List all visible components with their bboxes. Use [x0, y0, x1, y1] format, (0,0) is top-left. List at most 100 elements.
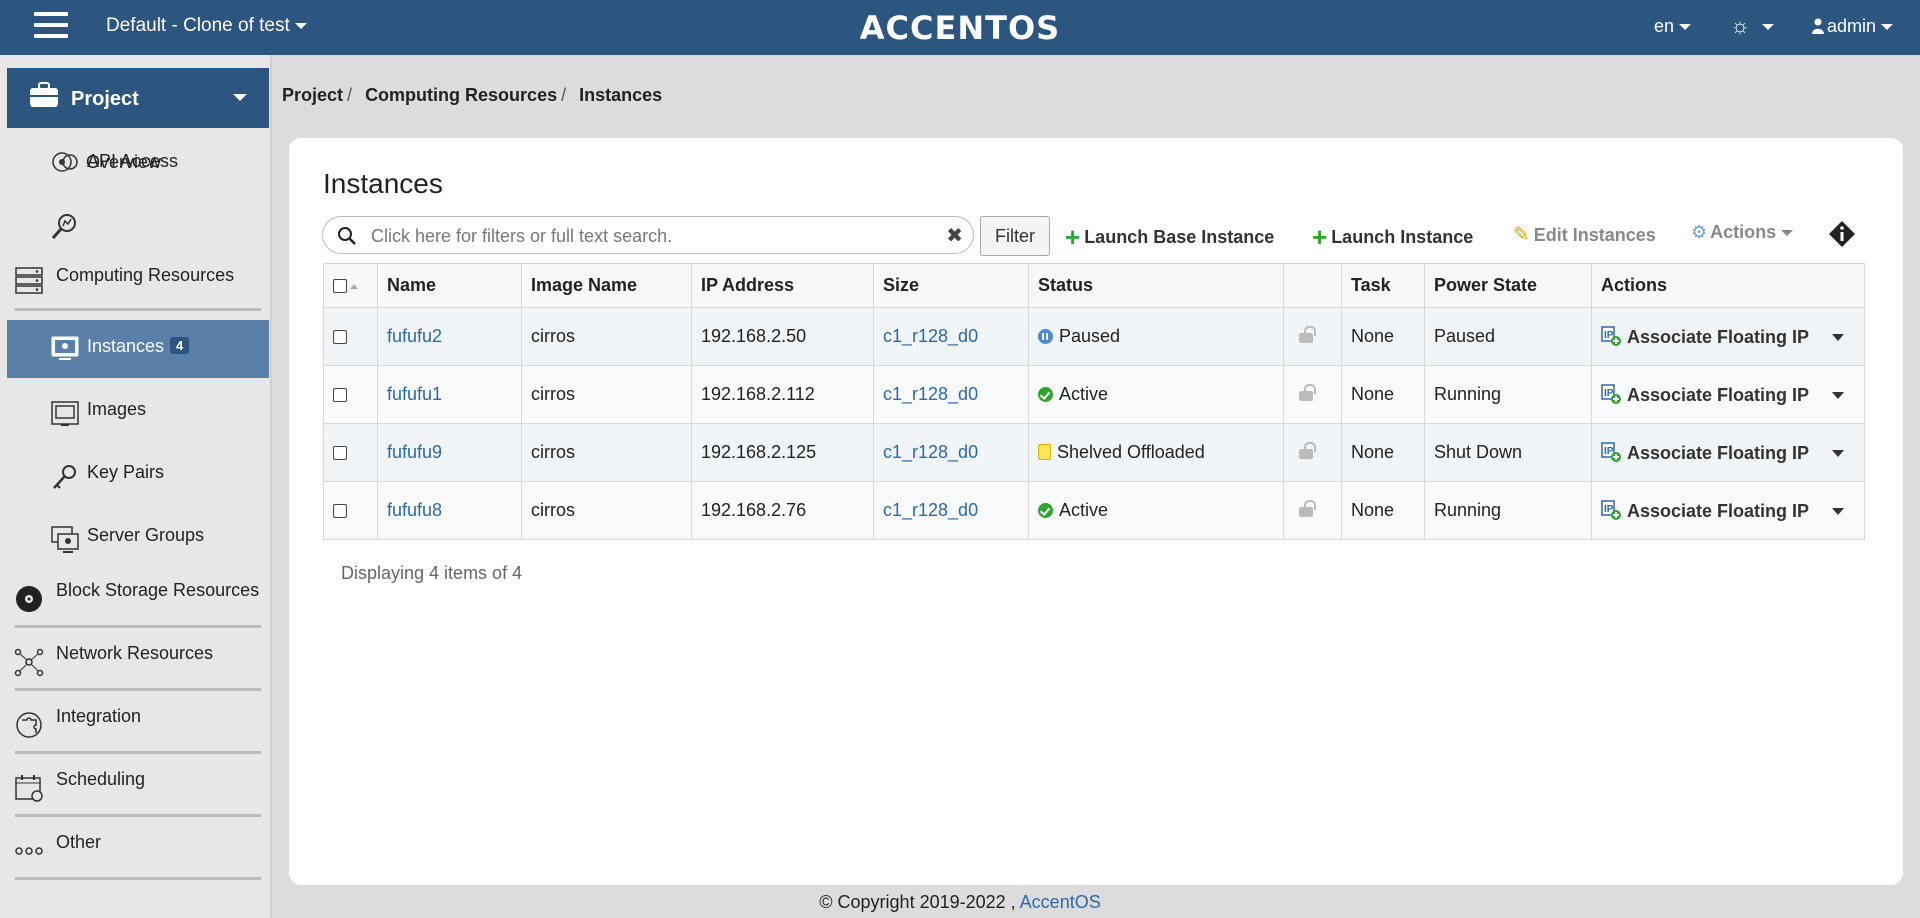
sidebar-item-label: Key Pairs [87, 462, 165, 482]
instance-name-link[interactable]: fufufu8 [387, 500, 442, 520]
server-group-icon [51, 526, 79, 553]
size-link[interactable]: c1_r128_d0 [883, 500, 978, 520]
theme-dropdown[interactable]: ☼ [1730, 13, 1775, 39]
associate-floating-ip-button[interactable]: IP Associate Floating IP [1601, 441, 1809, 463]
associate-floating-ip-button[interactable]: IP Associate Floating IP [1601, 499, 1809, 521]
breadcrumb-item-computing-resources[interactable]: Computing Resources [365, 85, 557, 105]
unlock-icon[interactable] [1299, 384, 1316, 401]
row-select-cell [323, 307, 378, 366]
info-icon[interactable] [1827, 219, 1857, 249]
chevron-down-icon [1881, 24, 1894, 31]
sort-up-icon[interactable] [350, 283, 358, 289]
associate-floating-ip-button[interactable]: IP Associate Floating IP [1601, 383, 1810, 405]
unlock-icon[interactable] [1299, 500, 1316, 517]
active-status-icon [1038, 387, 1053, 402]
sidebar-divider [15, 877, 261, 880]
items-count-text: Displaying 4 items of 4 [341, 563, 523, 583]
column-header-size[interactable]: Size [873, 263, 1029, 308]
unlock-icon[interactable] [1299, 442, 1316, 459]
actions-dropdown[interactable]: ⚙ Actions [1691, 222, 1794, 243]
sidebar-item-computing-resources[interactable]: Computing Resources [7, 255, 269, 311]
size-cell: c1_r128_d0 [873, 481, 1029, 540]
filter-button[interactable]: Filter [980, 216, 1050, 256]
user-dropdown[interactable]: admin [1812, 16, 1894, 37]
accentos-footer-link[interactable]: AccentOS [1020, 892, 1101, 912]
breadcrumb-item-project[interactable]: Project [282, 85, 343, 105]
edit-instances-button[interactable]: ✎ Edit Instances [1513, 222, 1656, 247]
row-actions-dropdown-icon[interactable] [1832, 508, 1845, 516]
sidebar-item-network-resources[interactable]: Network Resources [7, 633, 269, 689]
sidebar-divider [15, 814, 261, 817]
actions-cell: IP Associate Floating IP [1591, 481, 1865, 540]
size-cell: c1_r128_d0 [873, 365, 1029, 424]
row-actions-dropdown-icon[interactable] [1832, 450, 1845, 458]
chevron-down-icon [1762, 24, 1775, 31]
project-switcher[interactable]: Default - Clone of test [106, 15, 307, 37]
row-checkbox[interactable] [333, 330, 347, 345]
column-header-task[interactable]: Task [1341, 263, 1425, 308]
sidebar-item-other[interactable]: Other [7, 822, 269, 878]
launch-instance-button[interactable]: + Launch Instance [1312, 222, 1473, 253]
column-header-status[interactable]: Status [1028, 263, 1284, 308]
status-label: Active [1059, 384, 1109, 404]
sidebar-item-instances[interactable]: Instances 4 [7, 320, 269, 378]
paused-status-icon [1038, 329, 1053, 344]
sidebar-item-label: Computing Resources [56, 265, 235, 285]
associate-floating-ip-label: Associate Floating IP [1627, 384, 1810, 405]
actions-label: Actions [1710, 222, 1777, 242]
sidebar-item-block-storage[interactable]: Block Storage Resources [7, 570, 269, 626]
sidebar-item-scheduling[interactable]: Scheduling [7, 759, 269, 815]
sidebar-item-server-groups[interactable]: Server Groups [7, 513, 269, 561]
disk-icon [16, 586, 42, 612]
row-actions-dropdown-icon[interactable] [1832, 334, 1845, 342]
column-header-image-name[interactable]: Image Name [521, 263, 692, 308]
monitor-icon [51, 336, 79, 360]
api-access-icon [52, 152, 78, 172]
row-checkbox[interactable] [333, 446, 347, 461]
row-actions-dropdown-icon[interactable] [1832, 392, 1845, 400]
clear-search-icon[interactable]: ✖ [946, 223, 963, 248]
chevron-down-icon [233, 94, 247, 101]
sidebar-item-label: Other [56, 832, 102, 852]
language-dropdown[interactable]: en [1654, 16, 1692, 37]
column-header-power-state[interactable]: Power State [1424, 263, 1592, 308]
launch-base-instance-button[interactable]: + Launch Base Instance [1065, 222, 1274, 253]
sidebar-item-images[interactable]: Images [7, 387, 269, 435]
sidebar-item-label: Integration [56, 706, 142, 726]
size-link[interactable]: c1_r128_d0 [883, 442, 978, 462]
instance-name-link[interactable]: fufufu9 [387, 442, 442, 462]
unlock-icon[interactable] [1299, 326, 1316, 343]
search-input[interactable] [371, 223, 931, 249]
key-icon [53, 465, 76, 489]
row-checkbox[interactable] [333, 504, 347, 519]
table-header-row: Name Image Name IP Address Size Status T… [323, 263, 1865, 308]
size-link[interactable]: c1_r128_d0 [883, 326, 978, 346]
table-row: fufufu1 cirros 192.168.2.112 c1_r128_d0 … [323, 365, 1865, 424]
instance-name-link[interactable]: fufufu1 [387, 384, 442, 404]
floating-ip-icon: IP [1601, 383, 1621, 404]
sidebar-project-header[interactable]: Project [7, 68, 269, 128]
lock-cell [1283, 481, 1342, 540]
calendar-icon [15, 775, 43, 802]
associate-floating-ip-button[interactable]: IP Associate Floating IP [1601, 325, 1809, 347]
menu-toggle-icon[interactable] [34, 12, 68, 42]
status-cell: Paused [1028, 307, 1284, 366]
sidebar-item-integration[interactable]: Integration [7, 696, 269, 752]
sidebar-item-key-pairs[interactable]: Key Pairs [7, 450, 269, 498]
power-state-cell: Running [1424, 365, 1592, 424]
sidebar-item-overview[interactable]: Overview [7, 152, 269, 247]
instance-name-cell: fufufu9 [377, 423, 522, 482]
column-header-ip-address[interactable]: IP Address [691, 263, 874, 308]
plus-icon: + [1312, 222, 1328, 252]
size-link[interactable]: c1_r128_d0 [883, 384, 978, 404]
row-select-cell [323, 365, 378, 424]
row-checkbox[interactable] [333, 388, 347, 403]
select-all-checkbox[interactable] [333, 279, 347, 294]
chevron-down-icon [1781, 230, 1794, 237]
column-header-name[interactable]: Name [377, 263, 522, 308]
image-name-cell: cirros [521, 423, 692, 482]
breadcrumb-item-instances: Instances [579, 85, 663, 105]
lock-cell [1283, 307, 1342, 366]
instance-name-link[interactable]: fufufu2 [387, 326, 442, 346]
sidebar-item-label: Images [87, 399, 147, 419]
